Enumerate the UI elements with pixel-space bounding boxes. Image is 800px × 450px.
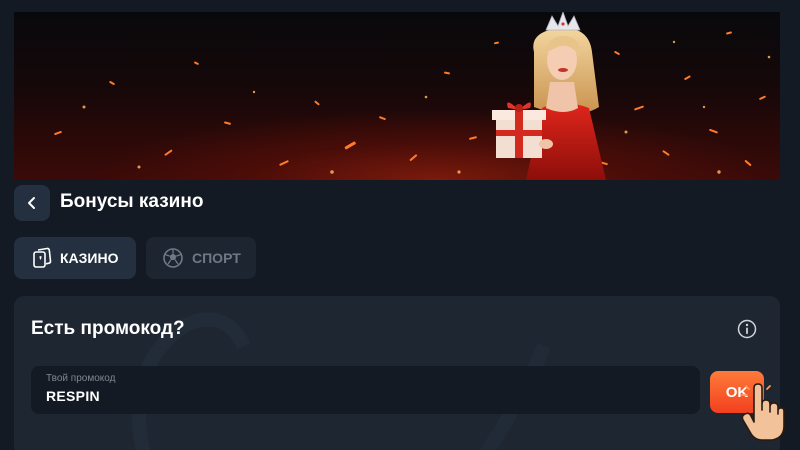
promo-code-input-label: Твой промокод	[46, 373, 116, 384]
promo-code-input-value: RESPIN	[46, 388, 100, 404]
info-icon	[737, 319, 757, 339]
info-button[interactable]	[736, 318, 758, 340]
cards-icon	[33, 247, 52, 268]
back-button[interactable]	[14, 185, 50, 221]
page: Бонусы казино КАЗИНО СПОРТ Есть промокод…	[0, 0, 800, 450]
tab-sport[interactable]: СПОРТ	[146, 237, 256, 279]
chevron-left-icon	[28, 197, 35, 209]
page-title: Бонусы казино	[60, 191, 204, 212]
pointing-hand-icon	[741, 383, 785, 441]
promo-code-input[interactable]: Твой промокод RESPIN	[31, 366, 700, 414]
promo-banner	[14, 12, 780, 180]
banner-illustration	[54, 12, 771, 180]
promo-title: Есть промокод?	[31, 318, 185, 339]
soccer-ball-icon	[163, 248, 183, 268]
promo-code-card: Есть промокод? Твой промокод RESPIN OK	[14, 296, 780, 450]
tab-casino[interactable]: КАЗИНО	[14, 237, 136, 279]
tab-casino-label: КАЗИНО	[60, 250, 119, 266]
tab-sport-label: СПОРТ	[192, 250, 241, 266]
woman-illustration	[492, 12, 606, 180]
